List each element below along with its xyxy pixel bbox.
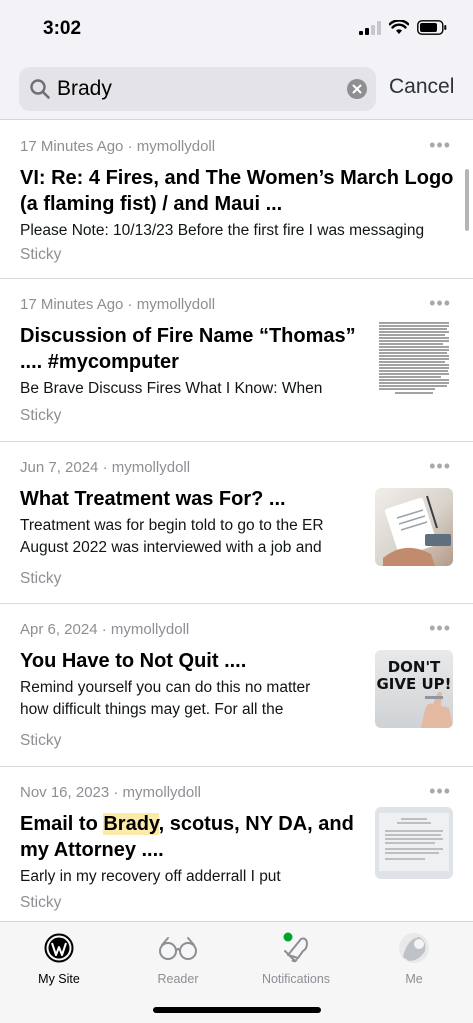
post-excerpt: Be Brave Discuss Fires What I Know: When xyxy=(20,380,323,397)
post-thumbnail xyxy=(375,807,453,879)
status-icons xyxy=(359,20,447,35)
post-excerpt-line: Remind yourself you can do this no matte… xyxy=(20,679,311,696)
status-time: 3:02 xyxy=(43,18,82,39)
post-title: Email to Brady, scotus, NY DA, and my At… xyxy=(20,811,354,863)
post-excerpt: Treatment was for begin told to go to th… xyxy=(20,515,324,559)
title-text: Email to xyxy=(20,813,104,835)
post-card[interactable]: Jun 7, 2024 · mymollydoll ••• What Treat… xyxy=(0,442,473,604)
more-options-icon[interactable]: ••• xyxy=(429,293,451,314)
post-title-line: Email to Brady, scotus, NY DA, and xyxy=(20,811,354,837)
post-tag: Sticky xyxy=(20,732,62,749)
post-title-line: my Attorney .... xyxy=(20,839,164,861)
hand-image xyxy=(421,691,453,728)
post-title: Discussion of Fire Name “Thomas” .... #m… xyxy=(20,323,356,375)
post-thumbnail: DON'T GIVE UP! xyxy=(375,650,453,728)
post-meta: Jun 7, 2024 · mymollydoll xyxy=(20,459,191,476)
scroll-indicator[interactable] xyxy=(465,169,469,231)
post-tag: Sticky xyxy=(20,894,62,911)
tab-label: Reader xyxy=(157,972,199,986)
battery-icon xyxy=(417,20,447,35)
post-tag: Sticky xyxy=(20,570,62,587)
post-title-line: Discussion of Fire Name “Thomas” xyxy=(20,325,356,347)
close-icon xyxy=(352,84,362,94)
clipboard-image xyxy=(383,495,451,566)
search-icon xyxy=(30,79,50,99)
more-options-icon[interactable]: ••• xyxy=(429,135,451,156)
cellular-signal-icon xyxy=(359,20,381,35)
post-excerpt: Remind yourself you can do this no matte… xyxy=(20,677,310,721)
avatar xyxy=(369,930,459,966)
tab-label: Notifications xyxy=(261,972,331,986)
post-meta: 17 Minutes Ago · mymollydoll xyxy=(20,138,216,155)
post-thumbnail xyxy=(375,319,453,397)
post-title: VI: Re: 4 Fires, and The Women’s March L… xyxy=(20,165,453,217)
title-text: , scotus, NY DA, and xyxy=(158,813,354,835)
post-tag: Sticky xyxy=(20,407,62,424)
home-indicator[interactable] xyxy=(153,1007,321,1013)
search-results-list: 17 Minutes Ago · mymollydoll ••• VI: Re:… xyxy=(0,121,473,921)
search-bar-area: Cancel xyxy=(0,58,473,120)
post-meta: Nov 16, 2023 · mymollydoll xyxy=(20,784,201,801)
more-options-icon[interactable]: ••• xyxy=(429,618,451,639)
post-excerpt: Early in my recovery off adderrall I put xyxy=(20,868,281,885)
wifi-icon xyxy=(389,20,409,34)
status-bar: 3:02 xyxy=(0,0,473,58)
search-box[interactable] xyxy=(19,67,376,111)
tab-notifications[interactable]: Notifications xyxy=(251,930,341,986)
post-card[interactable]: 17 Minutes Ago · mymollydoll ••• VI: Re:… xyxy=(0,121,473,279)
post-title-line: .... #mycomputer xyxy=(20,351,179,373)
wordpress-icon xyxy=(14,930,104,966)
cancel-button[interactable]: Cancel xyxy=(389,75,454,99)
post-title-line: (a flaming fist) / and Maui ... xyxy=(20,193,283,215)
post-title: What Treatment was For? ... xyxy=(20,488,286,510)
more-options-icon[interactable]: ••• xyxy=(429,456,451,477)
post-title: You Have to Not Quit .... xyxy=(20,650,247,672)
post-card[interactable]: Apr 6, 2024 · mymollydoll ••• You Have t… xyxy=(0,604,473,767)
post-card[interactable]: Nov 16, 2023 · mymollydoll ••• Email to … xyxy=(0,767,473,921)
post-tag: Sticky xyxy=(20,246,62,263)
tab-reader[interactable]: Reader xyxy=(133,930,223,986)
tab-me[interactable]: Me xyxy=(369,930,459,986)
post-title-line: VI: Re: 4 Fires, and The Women’s March L… xyxy=(20,167,454,189)
post-excerpt-line: Treatment was for begin told to go to th… xyxy=(20,517,324,534)
tab-label: My Site xyxy=(38,972,80,986)
document-image xyxy=(379,813,449,871)
post-thumbnail xyxy=(375,488,453,566)
post-excerpt-line: how difficult things may get. For all th… xyxy=(20,701,284,718)
tab-label: Me xyxy=(405,972,423,986)
document-image xyxy=(379,322,449,394)
clear-search-button[interactable] xyxy=(347,79,367,99)
post-excerpt: Please Note: 10/13/23 Before the first f… xyxy=(20,222,425,239)
post-card[interactable]: 17 Minutes Ago · mymollydoll ••• Discuss… xyxy=(0,279,473,442)
post-meta: 17 Minutes Ago · mymollydoll xyxy=(20,296,216,313)
search-highlight: Brady xyxy=(103,813,159,835)
notifications-bell-icon xyxy=(251,930,341,966)
tab-my-site[interactable]: My Site xyxy=(14,930,104,986)
more-options-icon[interactable]: ••• xyxy=(429,781,451,802)
post-meta: Apr 6, 2024 · mymollydoll xyxy=(20,621,190,638)
reader-glasses-icon xyxy=(133,930,223,966)
search-input[interactable] xyxy=(57,67,347,111)
post-excerpt-line: August 2022 was interviewed with a job a… xyxy=(20,539,322,556)
